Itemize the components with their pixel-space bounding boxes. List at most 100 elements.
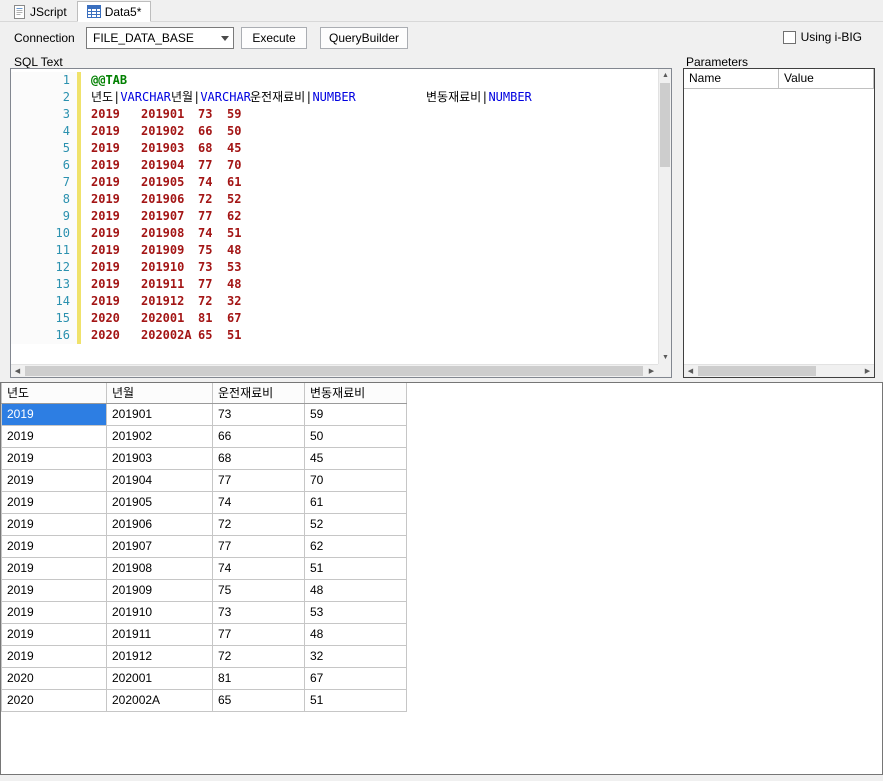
table-cell[interactable]: 2019	[2, 535, 107, 557]
scroll-right-icon[interactable]: ▶	[861, 365, 874, 378]
table-cell[interactable]: 2019	[2, 623, 107, 645]
table-cell[interactable]: 2019	[2, 513, 107, 535]
editor-line[interactable]: 520192019036845	[11, 140, 658, 157]
scroll-right-icon[interactable]: ▶	[645, 365, 658, 378]
scroll-down-icon[interactable]: ▼	[659, 351, 672, 364]
editor-line[interactable]: 2년도|VARCHAR년월|VARCHAR운전재료비|NUMBER변동재료비|N…	[11, 89, 658, 106]
table-cell[interactable]: 67	[305, 667, 407, 689]
table-cell[interactable]: 74	[213, 557, 305, 579]
table-cell[interactable]: 202002A	[107, 689, 213, 711]
editor-line[interactable]: 1420192019127232	[11, 293, 658, 310]
horizontal-scrollbar[interactable]: ◀ ▶	[11, 364, 658, 377]
using-ibig-checkbox[interactable]	[783, 31, 796, 44]
table-cell[interactable]: 201902	[107, 425, 213, 447]
sql-editor[interactable]: 1@@TAB2년도|VARCHAR년월|VARCHAR운전재료비|NUMBER변…	[11, 69, 658, 364]
scroll-up-icon[interactable]: ▲	[659, 69, 672, 82]
table-cell[interactable]: 59	[305, 403, 407, 425]
table-cell[interactable]: 2019	[2, 645, 107, 667]
table-row[interactable]: 20192019026650	[2, 425, 407, 447]
table-cell[interactable]: 74	[213, 491, 305, 513]
parameters-scrollbar-thumb[interactable]	[698, 366, 816, 376]
vertical-scrollbar-thumb[interactable]	[660, 83, 670, 167]
table-cell[interactable]: 48	[305, 579, 407, 601]
parameters-horizontal-scrollbar[interactable]: ◀ ▶	[684, 364, 874, 377]
editor-line[interactable]: 420192019026650	[11, 123, 658, 140]
table-cell[interactable]: 201903	[107, 447, 213, 469]
tab-jscript[interactable]: JScript	[3, 1, 77, 22]
table-cell[interactable]: 81	[213, 667, 305, 689]
table-row[interactable]: 20192019047770	[2, 469, 407, 491]
querybuilder-button[interactable]: QueryBuilder	[320, 27, 408, 49]
table-cell[interactable]: 2020	[2, 689, 107, 711]
table-row[interactable]: 20192019087451	[2, 557, 407, 579]
table-cell[interactable]: 48	[305, 623, 407, 645]
table-cell[interactable]: 70	[305, 469, 407, 491]
table-cell[interactable]: 61	[305, 491, 407, 513]
vertical-scrollbar[interactable]: ▲ ▼	[658, 69, 671, 364]
connection-dropdown[interactable]: FILE_DATA_BASE	[86, 27, 234, 49]
table-cell[interactable]: 201912	[107, 645, 213, 667]
results-column-header[interactable]: 변동재료비	[305, 383, 407, 403]
table-cell[interactable]: 50	[305, 425, 407, 447]
table-cell[interactable]: 2019	[2, 601, 107, 623]
table-cell[interactable]: 2019	[2, 557, 107, 579]
table-cell[interactable]: 2019	[2, 447, 107, 469]
table-row[interactable]: 20192019077762	[2, 535, 407, 557]
table-cell[interactable]: 201908	[107, 557, 213, 579]
table-row[interactable]: 20192019057461	[2, 491, 407, 513]
table-cell[interactable]: 62	[305, 535, 407, 557]
table-cell[interactable]: 2019	[2, 579, 107, 601]
horizontal-scrollbar-thumb[interactable]	[25, 366, 643, 376]
table-cell[interactable]: 77	[213, 623, 305, 645]
table-cell[interactable]: 68	[213, 447, 305, 469]
editor-line[interactable]: 620192019047770	[11, 157, 658, 174]
results-column-header[interactable]: 년월	[107, 383, 213, 403]
table-row[interactable]: 20192019107353	[2, 601, 407, 623]
table-cell[interactable]: 201906	[107, 513, 213, 535]
table-row[interactable]: 20192019127232	[2, 645, 407, 667]
table-row[interactable]: 20192019067252	[2, 513, 407, 535]
table-cell[interactable]: 201910	[107, 601, 213, 623]
results-column-header[interactable]: 년도	[2, 383, 107, 403]
table-cell[interactable]: 201904	[107, 469, 213, 491]
table-cell[interactable]: 201907	[107, 535, 213, 557]
table-cell[interactable]: 2020	[2, 667, 107, 689]
execute-button[interactable]: Execute	[241, 27, 307, 49]
editor-line[interactable]: 720192019057461	[11, 174, 658, 191]
editor-line[interactable]: 1220192019107353	[11, 259, 658, 276]
table-cell[interactable]: 202001	[107, 667, 213, 689]
table-cell[interactable]: 201905	[107, 491, 213, 513]
tab-data5[interactable]: Data5*	[77, 1, 152, 22]
scroll-left-icon[interactable]: ◀	[11, 365, 24, 378]
editor-line[interactable]: 1120192019097548	[11, 242, 658, 259]
editor-line[interactable]: 162020202002A6551	[11, 327, 658, 344]
table-cell[interactable]: 45	[305, 447, 407, 469]
table-cell[interactable]: 201901	[107, 403, 213, 425]
editor-line[interactable]: 1320192019117748	[11, 276, 658, 293]
scroll-left-icon[interactable]: ◀	[684, 365, 697, 378]
table-cell[interactable]: 52	[305, 513, 407, 535]
table-cell[interactable]: 65	[213, 689, 305, 711]
table-row[interactable]: 20202020018167	[2, 667, 407, 689]
table-cell[interactable]: 2019	[2, 491, 107, 513]
table-cell[interactable]: 2019	[2, 403, 107, 425]
table-cell[interactable]: 2019	[2, 469, 107, 491]
table-cell[interactable]: 201911	[107, 623, 213, 645]
table-cell[interactable]: 75	[213, 579, 305, 601]
editor-line[interactable]: 1@@TAB	[11, 72, 658, 89]
table-cell[interactable]: 73	[213, 403, 305, 425]
parameters-column-header[interactable]: Value	[779, 69, 874, 89]
table-cell[interactable]: 72	[213, 513, 305, 535]
parameters-column-header[interactable]: Name	[684, 69, 779, 89]
table-cell[interactable]: 2019	[2, 425, 107, 447]
table-cell[interactable]: 72	[213, 645, 305, 667]
editor-line[interactable]: 1020192019087451	[11, 225, 658, 242]
editor-line[interactable]: 820192019067252	[11, 191, 658, 208]
table-row[interactable]: 20192019097548	[2, 579, 407, 601]
table-row[interactable]: 20192019017359	[2, 403, 407, 425]
table-cell[interactable]: 32	[305, 645, 407, 667]
editor-line[interactable]: 320192019017359	[11, 106, 658, 123]
table-cell[interactable]: 77	[213, 469, 305, 491]
editor-line[interactable]: 920192019077762	[11, 208, 658, 225]
table-cell[interactable]: 66	[213, 425, 305, 447]
